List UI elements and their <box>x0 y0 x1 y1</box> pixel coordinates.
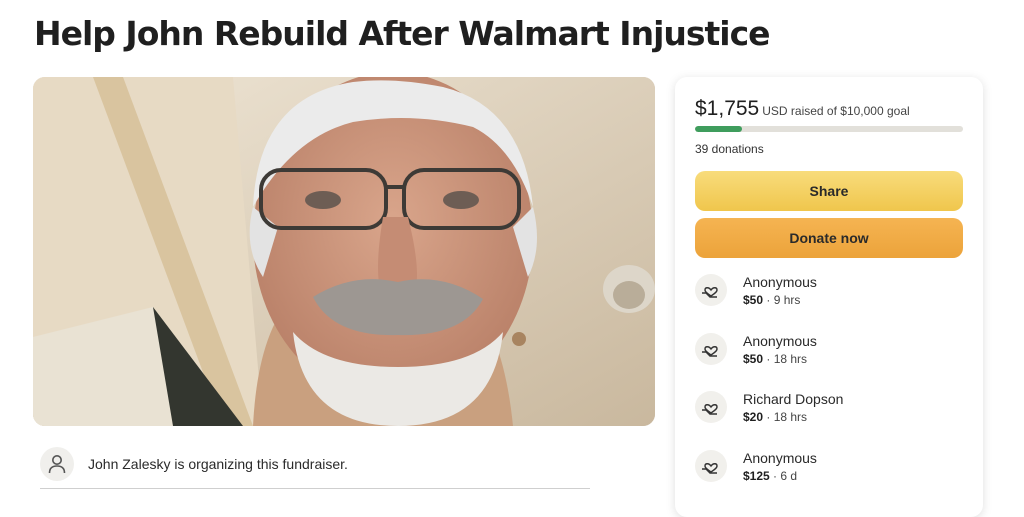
heart-hand-icon <box>695 450 727 482</box>
hero-photo <box>33 77 655 426</box>
heart-hand-icon <box>695 333 727 365</box>
organizer-text: John Zalesky is organizing this fundrais… <box>88 456 348 472</box>
user-icon <box>40 447 74 481</box>
raised-amount: $1,755 <box>695 97 760 120</box>
donation-time: 18 hrs <box>773 409 808 424</box>
donation-item: Anonymous $50 · 9 hrs <box>695 267 963 313</box>
donation-amount: $125 <box>743 468 770 483</box>
donation-item: Richard Dopson $20 · 18 hrs <box>695 384 963 430</box>
heart-hand-icon <box>695 274 727 306</box>
donate-now-button[interactable]: Donate now <box>695 218 963 258</box>
progress-fill <box>695 126 743 132</box>
donor-name: Anonymous <box>743 332 817 349</box>
organizer-photo-illustration <box>33 77 655 426</box>
donation-card: $1,755 USD raised of $10,000 goal 39 dona… <box>675 77 983 517</box>
donation-amount: $50 <box>743 351 764 366</box>
progress-bar <box>695 126 963 132</box>
donor-name: Richard Dopson <box>743 390 844 407</box>
share-button[interactable]: Share <box>695 171 963 211</box>
page-title: Help John Rebuild After Walmart Injustic… <box>34 14 771 53</box>
organizer-row[interactable]: John Zalesky is organizing this fundrais… <box>40 440 590 489</box>
donation-time: 6 d <box>780 468 798 483</box>
donation-time: 18 hrs <box>773 351 808 366</box>
donation-count: 39 donations <box>695 142 764 156</box>
donation-amount: $50 <box>743 292 764 307</box>
heart-hand-icon <box>695 391 727 423</box>
raised-summary: $1,755 USD raised of $10,000 goal <box>695 97 910 121</box>
donor-name: Anonymous <box>743 449 817 466</box>
donation-item: Anonymous $125 · 6 d <box>695 443 963 489</box>
donation-time: 9 hrs <box>773 292 801 307</box>
raised-goal-text: USD raised of $10,000 goal <box>762 104 910 118</box>
donation-amount: $20 <box>743 409 764 424</box>
donor-name: Anonymous <box>743 273 817 290</box>
donation-item: Anonymous $50 · 18 hrs <box>695 326 963 372</box>
